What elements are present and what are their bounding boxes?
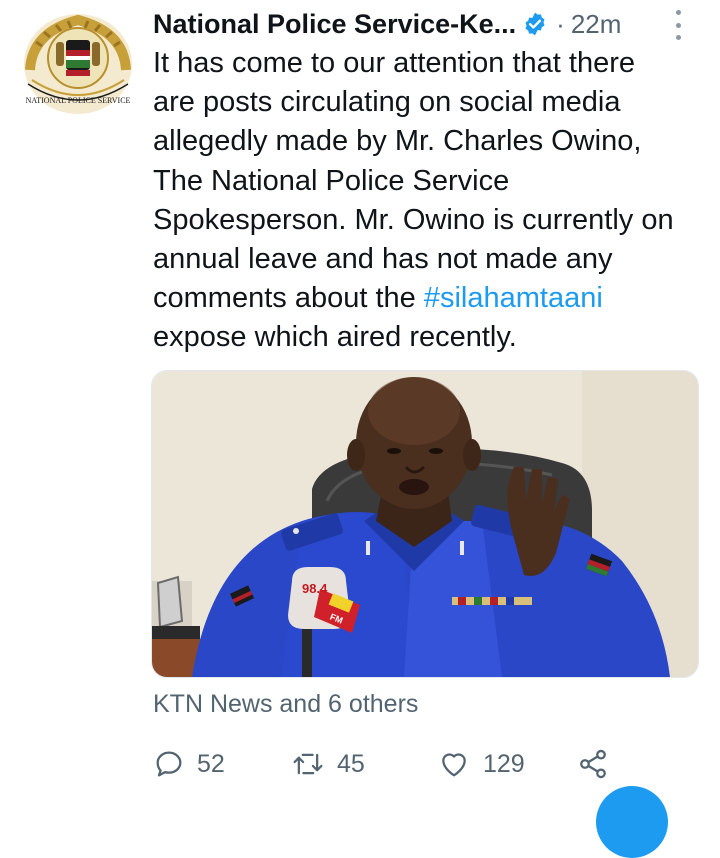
author-avatar[interactable]: NATIONAL POLICE SERVICE xyxy=(22,12,134,116)
tweet-text-line: The National Police Service xyxy=(153,164,510,197)
tweet-text: It has come to our attention that there … xyxy=(153,44,703,358)
verified-badge-icon xyxy=(525,12,545,36)
compose-fab-button[interactable] xyxy=(596,786,668,858)
tweet-timestamp[interactable]: 22m xyxy=(571,9,622,40)
tweet-text-line: expose which aired recently. xyxy=(153,321,517,354)
police-seal-logo: NATIONAL POLICE SERVICE xyxy=(24,14,132,114)
tweet-text-line: allegedly made by Mr. Charles Owino, xyxy=(153,125,642,158)
tweet-text-line: It has come to our attention that there xyxy=(153,47,636,79)
tweet-text-line: are posts circulating on social media xyxy=(153,86,621,119)
like-count: 129 xyxy=(483,749,525,778)
author-name[interactable]: National Police Service-Ke... xyxy=(153,9,516,40)
mic-flag-number: 98.4 xyxy=(302,581,328,596)
tweet-media-image[interactable]: 98.4 FM xyxy=(151,370,699,678)
reply-button[interactable]: 52 xyxy=(153,748,225,780)
heart-icon xyxy=(442,753,466,777)
header-separator: · xyxy=(556,8,565,39)
tweet-text-line: comments about the #silahamtaani xyxy=(153,279,703,318)
tweet-text-segment: comments about the xyxy=(153,282,424,315)
tweet-action-bar: 52 45 129 xyxy=(153,748,623,788)
tweet-header: National Police Service-Ke... · 22m xyxy=(153,6,698,42)
retweet-icon xyxy=(293,753,323,775)
reply-icon xyxy=(156,751,182,777)
like-button[interactable]: 129 xyxy=(437,748,525,780)
svg-text:NATIONAL POLICE SERVICE: NATIONAL POLICE SERVICE xyxy=(26,96,131,105)
retweet-count: 45 xyxy=(337,749,365,778)
reply-count: 52 xyxy=(197,749,225,778)
more-vertical-icon[interactable] xyxy=(667,10,689,40)
tweet-text-line: Spokesperson. Mr. Owino is currently on xyxy=(153,203,674,236)
retweet-button[interactable]: 45 xyxy=(291,748,365,780)
tweet-text-line: annual leave and has not made any xyxy=(153,243,613,276)
engagement-summary[interactable]: KTN News and 6 others xyxy=(153,690,418,719)
share-button[interactable] xyxy=(577,748,609,780)
officer-photo: 98.4 FM xyxy=(152,371,698,677)
share-icon xyxy=(580,749,606,779)
hashtag-link[interactable]: #silahamtaani xyxy=(424,282,603,314)
